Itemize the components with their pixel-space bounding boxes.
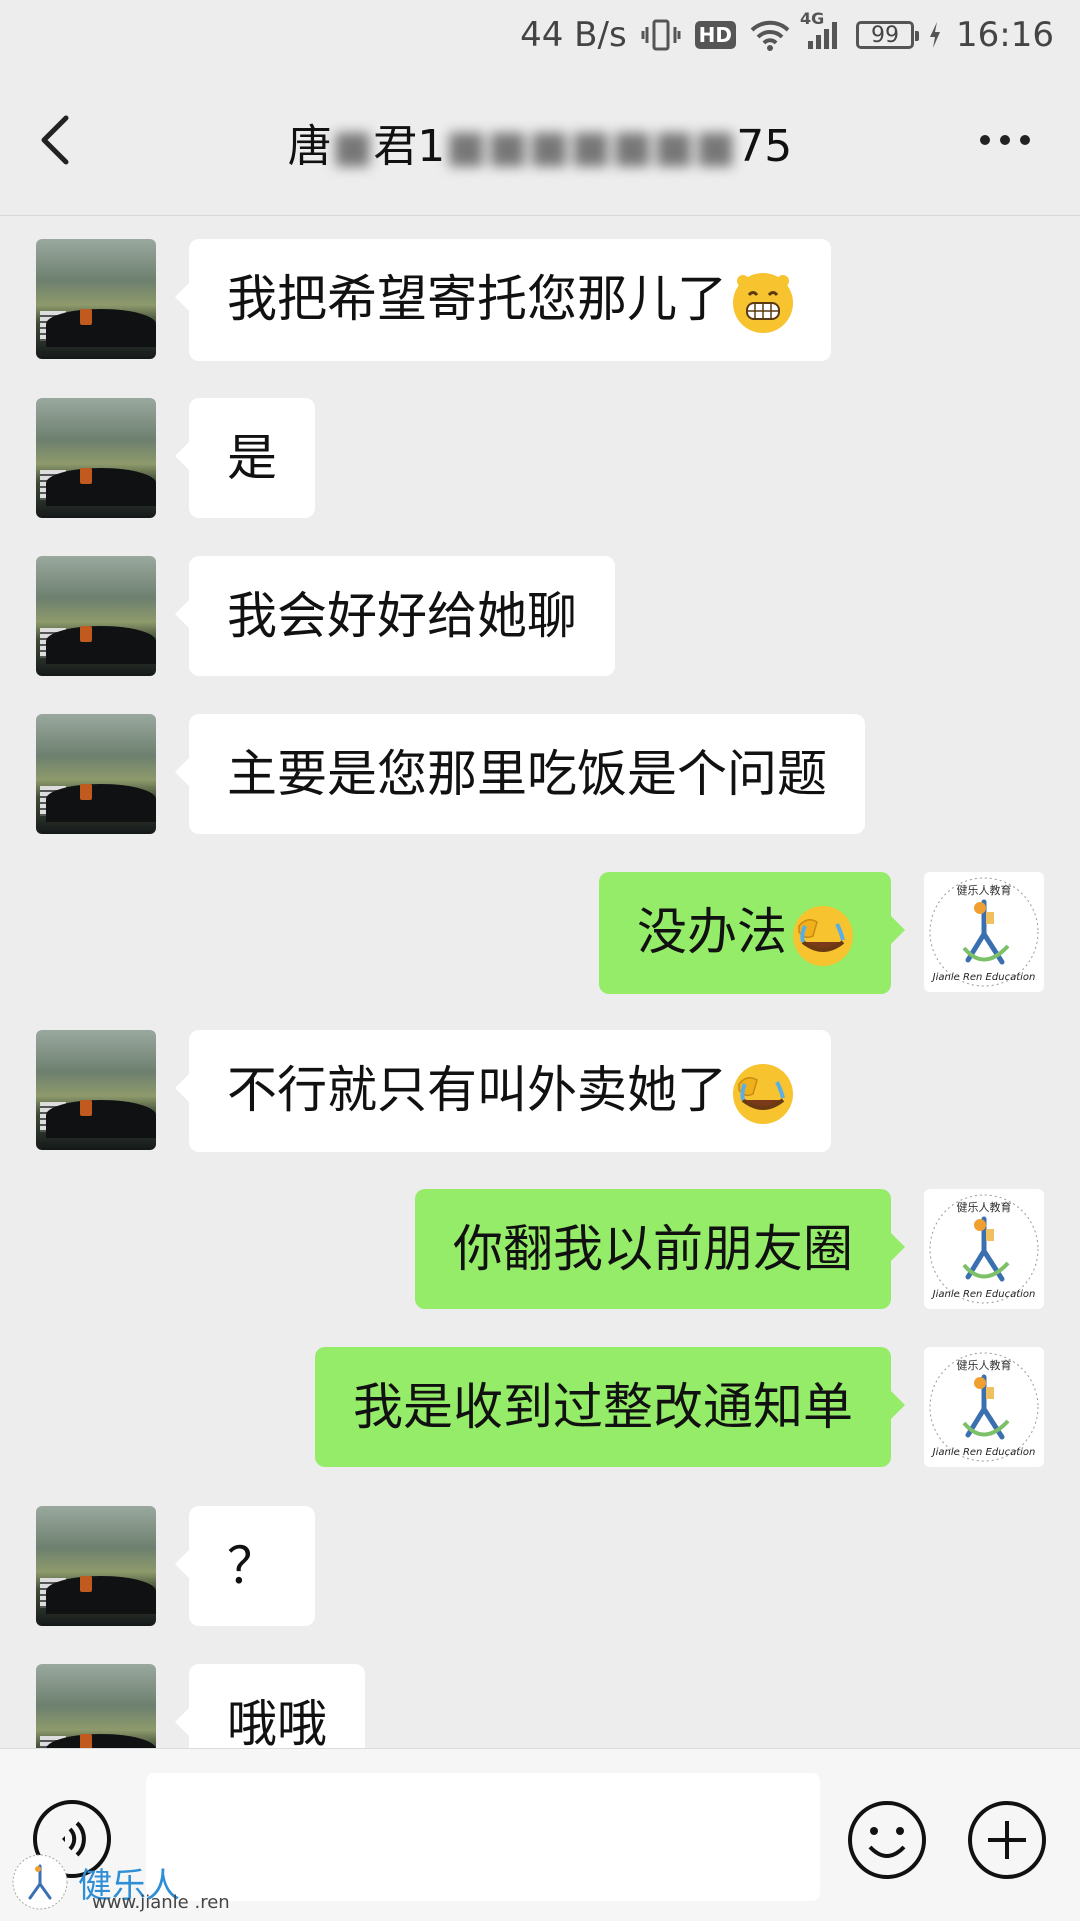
contact-avatar[interactable]	[36, 556, 156, 676]
avatar-bottom-text: Jianle Ren Education	[931, 972, 1036, 983]
message-text: 不行就只有叫外卖她了	[227, 1061, 727, 1119]
wifi-icon	[750, 19, 790, 51]
self-avatar[interactable]: 健乐人教育 Jianle Ren Education	[924, 1189, 1044, 1309]
clock: 16:16	[956, 15, 1054, 55]
message-bubble[interactable]: 哦哦	[175, 1664, 365, 1748]
battery-level: 99	[871, 22, 900, 48]
message-text: 主要是您那里吃饭是个问题	[227, 745, 827, 803]
vibrate-icon	[641, 18, 681, 52]
battery-icon: 99	[856, 21, 920, 49]
avatar-top-text: 健乐人教育	[957, 883, 1012, 897]
contact-avatar[interactable]	[36, 239, 156, 359]
charging-icon	[928, 21, 942, 49]
jianle-logo-icon: 健乐人教育 Jianle Ren Education	[929, 1352, 1039, 1462]
contact-avatar[interactable]	[36, 1030, 156, 1150]
message-text: 你翻我以前朋友圈	[453, 1220, 853, 1278]
title-blurred-name: ■	[331, 121, 374, 172]
watermark-logo-icon	[12, 1854, 68, 1910]
message-input[interactable]	[146, 1773, 820, 1901]
message-text: 哦哦	[227, 1695, 327, 1748]
jianle-logo-icon: 健乐人教育 Jianle Ren Education	[929, 877, 1039, 987]
title-mid: 君1	[373, 121, 446, 172]
message-bubble[interactable]: 是	[175, 398, 315, 518]
jianle-logo-icon: 健乐人教育 Jianle Ren Education	[929, 1194, 1039, 1304]
avatar-bottom-text: Jianle Ren Education	[931, 1289, 1036, 1300]
message-text: 我把希望寄托您那儿了	[227, 270, 727, 328]
message-list[interactable]: 我把希望寄托您那儿了 是 我会好好给她聊 主要是您那里吃饭是个问题 健乐人教育	[0, 216, 1080, 1748]
signal-icon: 4G	[800, 9, 842, 51]
avatar-bottom-text: Jianle Ren Education	[931, 1447, 1036, 1458]
facepalm-emoji-icon	[793, 905, 853, 966]
contact-avatar[interactable]	[36, 398, 156, 518]
contact-avatar[interactable]	[36, 1506, 156, 1626]
status-bar: 44 B/s HD 4G 99 16:16	[0, 0, 1080, 70]
avatar-top-text: 健乐人教育	[957, 1200, 1012, 1214]
network-speed: 44 B/s	[520, 15, 627, 55]
message-text: 我是收到过整改通知单	[353, 1378, 853, 1436]
message-text: 是	[227, 429, 277, 487]
message-text: ？	[227, 1537, 277, 1595]
message-bubble[interactable]: 主要是您那里吃饭是个问题	[175, 714, 865, 834]
message-bubble[interactable]: 不行就只有叫外卖她了	[175, 1030, 831, 1152]
message-text: 我会好好给她聊	[227, 587, 577, 645]
emoji-button[interactable]	[846, 1799, 928, 1881]
avatar-top-text: 健乐人教育	[957, 1358, 1012, 1372]
message-bubble[interactable]: ？	[175, 1506, 315, 1626]
more-button[interactable]	[970, 118, 1040, 162]
network-type: 4G	[800, 9, 825, 28]
contact-avatar[interactable]	[36, 714, 156, 834]
grin-emoji-icon	[733, 272, 793, 333]
emoji-icon	[848, 1801, 926, 1879]
chat-title: 唐■君1■■■■■■■75	[0, 110, 1080, 174]
contact-avatar[interactable]	[36, 1664, 156, 1748]
plus-icon	[968, 1801, 1046, 1879]
message-bubble[interactable]: 我是收到过整改通知单	[315, 1347, 905, 1467]
more-dots-icon	[980, 135, 1030, 145]
message-text: 没办法	[637, 903, 787, 961]
message-bubble[interactable]: 你翻我以前朋友圈	[415, 1189, 905, 1309]
self-avatar[interactable]: 健乐人教育 Jianle Ren Education	[924, 1347, 1044, 1467]
watermark: 健乐人 www.jianle .ren	[10, 1850, 230, 1914]
title-prefix: 唐	[287, 121, 332, 172]
message-bubble[interactable]: 我会好好给她聊	[175, 556, 615, 676]
title-suffix: 75	[736, 121, 793, 172]
message-bubble[interactable]: 没办法	[599, 872, 905, 994]
watermark-url: www.jianle .ren	[92, 1892, 230, 1913]
self-avatar[interactable]: 健乐人教育 Jianle Ren Education	[924, 872, 1044, 992]
chat-header: 唐■君1■■■■■■■75	[0, 70, 1080, 216]
title-blurred-number: ■■■■■■■	[445, 121, 737, 172]
more-functions-button[interactable]	[966, 1799, 1048, 1881]
hd-badge: HD	[694, 21, 737, 49]
facepalm-emoji-icon	[733, 1063, 793, 1124]
message-bubble[interactable]: 我把希望寄托您那儿了	[175, 239, 831, 361]
